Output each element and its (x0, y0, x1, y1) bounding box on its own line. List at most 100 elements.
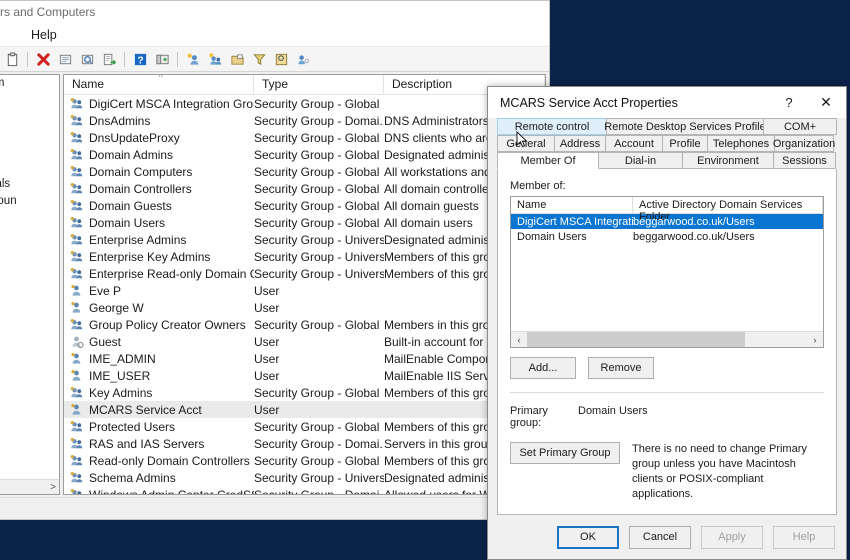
list-cell-name-text: Eve P (89, 283, 122, 298)
tab-profile[interactable]: Profile (662, 135, 708, 152)
list-cell-name: Guest (64, 335, 254, 349)
tab-label: Remote Desktop Services Profile (604, 120, 766, 133)
list-cell-name: Domain Admins (64, 148, 254, 162)
list-row[interactable]: DigiCert MSCA Integration Group Security … (64, 95, 545, 112)
help-icon[interactable]: ? (130, 49, 150, 69)
scroll-right-icon[interactable]: > (50, 482, 56, 493)
tree-item[interactable]: ntrollers (0, 159, 59, 176)
tree-item[interactable] (0, 125, 59, 142)
list-row[interactable]: Group Policy Creator Owners Security Grou… (64, 316, 545, 333)
list-cell-name: Enterprise Key Admins (64, 250, 254, 264)
member-of-column-name[interactable]: Name (511, 197, 633, 213)
list-cell-type: Security Group - Domai... (254, 487, 384, 495)
tree-item[interactable]: rs and Com (0, 75, 59, 92)
show-hide-console-tree-icon[interactable] (152, 49, 172, 69)
menu-item-help[interactable]: Help (24, 26, 64, 44)
tree-item[interactable]: .uk (0, 109, 59, 126)
list-cell-type: Security Group - Universal (254, 249, 384, 264)
list-row[interactable]: Windows Admin Center CredSSP...Security … (64, 486, 545, 495)
toolbar-separator (27, 51, 28, 67)
cancel-button[interactable]: Cancel (629, 525, 691, 549)
tree-item[interactable] (0, 92, 59, 109)
tab-telephones[interactable]: Telephones (707, 135, 775, 152)
refresh-icon[interactable] (77, 49, 97, 69)
list-row[interactable]: Enterprise Key Admins Security Group - Un… (64, 248, 545, 265)
scroll-right-icon[interactable]: › (807, 332, 823, 347)
add-button[interactable]: Add... (510, 357, 576, 379)
tree-horizontal-scrollbar[interactable]: > (0, 479, 59, 494)
list-view-pane[interactable]: Name ^ Type Description DigiCert MSCA In… (63, 74, 546, 495)
mouse-cursor (516, 131, 528, 148)
list-row[interactable]: Domain Guests Security Group - Global All … (64, 197, 545, 214)
tab-remote-desktop-services-profile[interactable]: Remote Desktop Services Profile (604, 118, 766, 135)
list-row[interactable]: IME_USER User MailEnable IIS Service (64, 367, 545, 384)
list-row[interactable]: Eve P User (64, 282, 545, 299)
member-of-cell-folder: beggarwood.co.uk/Users (633, 230, 755, 243)
delete-icon[interactable] (33, 49, 53, 69)
tab-organization[interactable]: Organization (773, 135, 835, 152)
list-cell-type: Security Group - Universal (254, 266, 384, 281)
console-tree-pane[interactable]: rs and Com .uk ntrollers rityPrincipals … (0, 74, 60, 495)
tab-address[interactable]: Address (554, 135, 606, 152)
add-members-icon[interactable] (293, 49, 313, 69)
list-cell-name-text: Enterprise Key Admins (89, 249, 211, 264)
member-of-row[interactable]: Domain Users beggarwood.co.uk/Users (511, 229, 823, 244)
list-row[interactable]: George W User (64, 299, 545, 316)
tree-item[interactable]: rityPrincipals (0, 176, 59, 193)
find-icon[interactable] (271, 49, 291, 69)
new-group-icon[interactable] (205, 49, 225, 69)
scroll-left-icon[interactable]: ‹ (511, 332, 527, 347)
properties-icon[interactable] (55, 49, 75, 69)
member-of-column-folder[interactable]: Active Directory Domain Services Folder (633, 197, 823, 223)
list-cell-type: User (254, 351, 280, 366)
tab-sessions[interactable]: Sessions (773, 152, 836, 169)
list-row[interactable]: DnsAdmins Security Group - Domai... DNS Ad… (64, 112, 545, 129)
list-row[interactable]: DnsUpdateProxy Security Group - Global DNS… (64, 129, 545, 146)
set-primary-group-button[interactable]: Set Primary Group (510, 442, 620, 464)
help-button[interactable]: ? (772, 88, 806, 118)
close-icon[interactable]: ✕ (806, 88, 846, 118)
list-row[interactable]: Domain Users Security Group - Global All d… (64, 214, 545, 231)
column-header-type[interactable]: Type (254, 75, 384, 94)
list-row[interactable]: Guest User Built-in account for gu (64, 333, 545, 350)
list-row[interactable]: Domain Admins Security Group - Global Desi… (64, 146, 545, 163)
group-icon (70, 250, 85, 263)
main-window-title: rs and Computers (0, 5, 96, 19)
list-row[interactable]: IME_ADMIN User MailEnable Compone (64, 350, 545, 367)
list-row[interactable]: Schema Admins Security Group - Universal D… (64, 469, 545, 486)
clipboard-icon[interactable] (2, 49, 22, 69)
list-row[interactable]: Enterprise Admins Security Group - Univer… (64, 231, 545, 248)
member-of-row[interactable]: DigiCert MSCA Integration ...beggarwood.… (511, 214, 823, 229)
tree-item[interactable]: ervice Accoun (0, 193, 59, 210)
list-row[interactable]: Domain Controllers Security Group - Globa… (64, 180, 545, 197)
tab-com[interactable]: COM+ (763, 118, 837, 135)
tab-account[interactable]: Account (605, 135, 663, 152)
list-row[interactable]: RAS and IAS Servers Security Group - Doma… (64, 435, 545, 452)
mmc-main-window: rs and Computers Help ? ls un > Name ^ T… (0, 0, 550, 520)
list-row[interactable]: Domain Computers Security Group - Global A… (64, 163, 545, 180)
user-disabled-icon (70, 335, 85, 349)
member-of-cell-folder: beggarwood.co.uk/Users (633, 215, 755, 228)
export-list-icon[interactable] (99, 49, 119, 69)
ok-button[interactable]: OK (557, 525, 619, 549)
list-row[interactable]: Protected Users Security Group - Global Me… (64, 418, 545, 435)
tab-dial-in[interactable]: Dial-in (598, 152, 683, 169)
list-row[interactable]: MCARS Service Acct User (64, 401, 545, 418)
new-user-icon[interactable] (183, 49, 203, 69)
tab-member-of[interactable]: Member Of (497, 152, 599, 169)
filter-icon[interactable] (249, 49, 269, 69)
member-of-horizontal-scrollbar[interactable]: ‹ › (511, 331, 823, 347)
remove-button[interactable]: Remove (588, 357, 654, 379)
list-row[interactable]: Read-only Domain Controllers Security Gro… (64, 452, 545, 469)
list-row[interactable]: Key Admins Security Group - Global Members… (64, 384, 545, 401)
column-header-name[interactable]: Name ^ (64, 75, 254, 94)
scrollbar-thumb[interactable] (527, 332, 746, 347)
tab-environment[interactable]: Environment (682, 152, 774, 169)
list-row[interactable]: Enterprise Read-only Domain Co...Securit… (64, 265, 545, 282)
scrollbar-track[interactable] (527, 332, 807, 347)
user-icon (70, 403, 85, 416)
member-of-list[interactable]: Name Active Directory Domain Services Fo… (510, 196, 824, 348)
new-container-icon[interactable] (227, 49, 247, 69)
tree-item[interactable] (0, 142, 59, 159)
tab-remote-control[interactable]: Remote control (497, 118, 607, 135)
